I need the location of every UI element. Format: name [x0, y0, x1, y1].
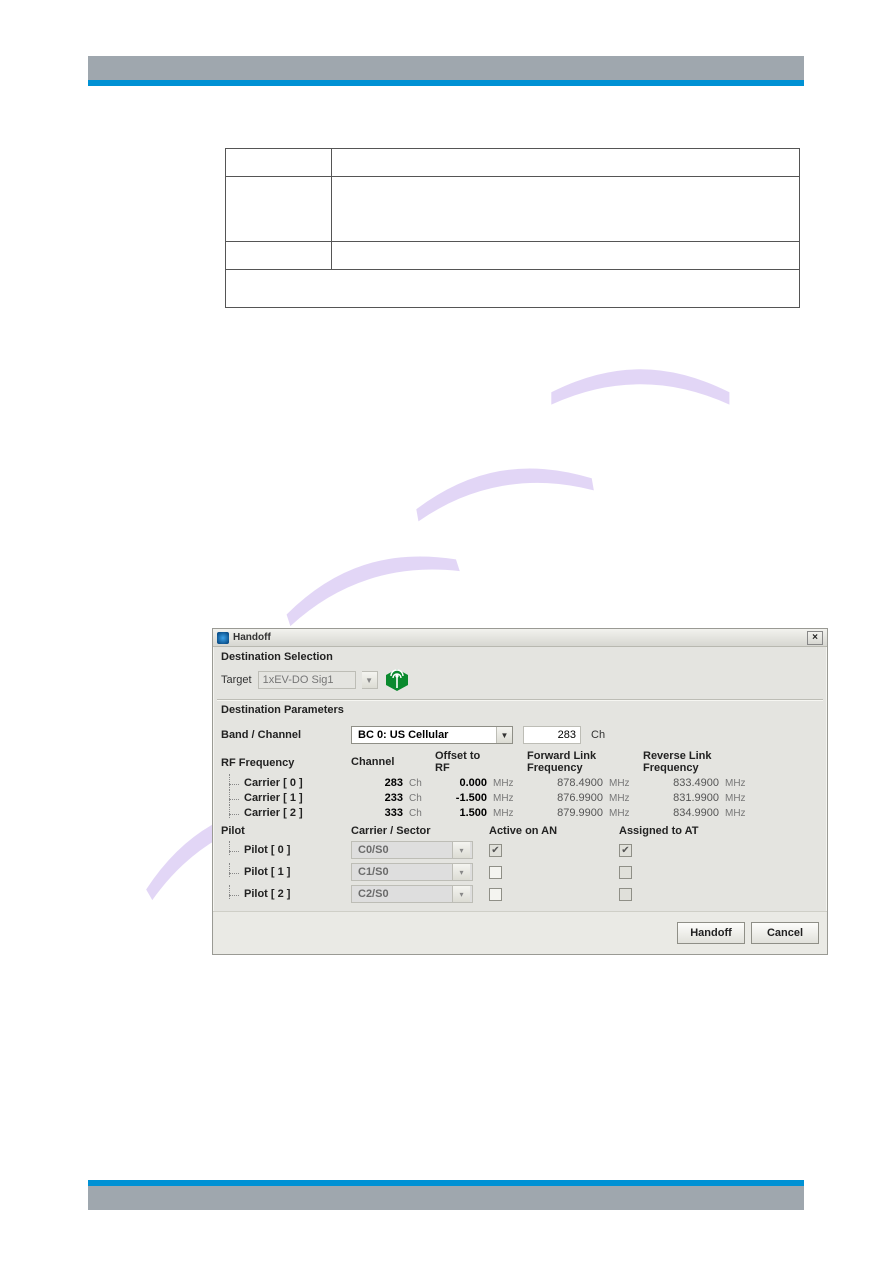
- target-label: Target: [221, 674, 252, 686]
- dialog-title: Handoff: [233, 632, 271, 643]
- unit-ch: Ch: [407, 808, 435, 819]
- rf-frequency-label: RF Frequency: [221, 754, 351, 771]
- band-channel-label: Band / Channel: [221, 729, 341, 741]
- page-footer-bar: [88, 1186, 804, 1210]
- section-destination-selection: Destination Selection: [213, 647, 827, 665]
- unit-mhz: MHz: [491, 808, 527, 819]
- pilot-0-label: Pilot [ 0 ]: [221, 844, 351, 856]
- handoff-button[interactable]: Handoff: [677, 922, 745, 944]
- pilot-1-carrier-sector-select[interactable]: C1/S0 ▾: [351, 863, 473, 881]
- col-offset: Offset to RF: [435, 750, 491, 774]
- pilot-2-label: Pilot [ 2 ]: [221, 888, 351, 900]
- carrier-1-offset: -1.500: [435, 792, 491, 804]
- pilot-1-assigned-checkbox[interactable]: [619, 866, 632, 879]
- col-assigned-to-at: Assigned to AT: [619, 825, 749, 837]
- main-channel-input[interactable]: [523, 726, 581, 744]
- info-table: [225, 148, 800, 308]
- unit-mhz: MHz: [607, 778, 643, 789]
- chevron-down-icon[interactable]: ▾: [452, 864, 470, 880]
- page-header-bar: [88, 56, 804, 80]
- antenna-icon: [384, 667, 410, 693]
- unit-mhz: MHz: [491, 793, 527, 804]
- carrier-2-rev: 834.9900: [643, 807, 723, 819]
- carrier-1-rev: 831.9900: [643, 792, 723, 804]
- app-icon: [217, 632, 229, 644]
- handoff-dialog: Handoff × Destination Selection Target 1…: [212, 628, 828, 955]
- carrier-2-offset: 1.500: [435, 807, 491, 819]
- main-channel-unit: Ch: [591, 729, 605, 741]
- section-destination-parameters: Destination Parameters: [213, 700, 827, 718]
- pilot-0-carrier-sector-select[interactable]: C0/S0 ▾: [351, 841, 473, 859]
- pilot-1-label: Pilot [ 1 ]: [221, 866, 351, 878]
- unit-ch: Ch: [407, 793, 435, 804]
- carrier-1-channel[interactable]: 233: [351, 792, 407, 804]
- pilot-2-carrier-sector-select[interactable]: C2/S0 ▾: [351, 885, 473, 903]
- col-fwd: Forward Link Frequency: [527, 750, 607, 774]
- carrier-0-fwd: 878.4900: [527, 777, 607, 789]
- chevron-down-icon[interactable]: ▾: [452, 886, 470, 902]
- unit-mhz: MHz: [607, 793, 643, 804]
- pilot-2-assigned-checkbox[interactable]: [619, 888, 632, 901]
- unit-mhz: MHz: [723, 808, 759, 819]
- unit-mhz: MHz: [607, 808, 643, 819]
- carrier-0-rev: 833.4900: [643, 777, 723, 789]
- carrier-0-label: Carrier [ 0 ]: [221, 777, 351, 789]
- title-bar[interactable]: Handoff ×: [213, 629, 827, 647]
- carrier-0-offset: 0.000: [435, 777, 491, 789]
- unit-mhz: MHz: [491, 778, 527, 789]
- target-select[interactable]: 1xEV-DO Sig1: [258, 671, 356, 689]
- col-carrier-sector: Carrier / Sector: [351, 825, 489, 837]
- page-header-accent: [88, 80, 804, 86]
- close-button[interactable]: ×: [807, 631, 823, 645]
- unit-mhz: MHz: [723, 793, 759, 804]
- pilot-1-active-checkbox[interactable]: [489, 866, 502, 879]
- cancel-button[interactable]: Cancel: [751, 922, 819, 944]
- band-select-value: BC 0: US Cellular: [352, 729, 496, 741]
- chevron-down-icon[interactable]: ▼: [496, 727, 512, 743]
- pilot-0-assigned-checkbox[interactable]: [619, 844, 632, 857]
- chevron-down-icon[interactable]: ▼: [362, 671, 378, 689]
- pilot-label: Pilot: [221, 825, 351, 837]
- carrier-1-label: Carrier [ 1 ]: [221, 792, 351, 804]
- col-rev: Reverse Link Frequency: [643, 750, 723, 774]
- band-select[interactable]: BC 0: US Cellular ▼: [351, 726, 513, 744]
- col-active-on-an: Active on AN: [489, 825, 619, 837]
- pilot-0-active-checkbox[interactable]: [489, 844, 502, 857]
- carrier-1-fwd: 876.9900: [527, 792, 607, 804]
- chevron-down-icon[interactable]: ▾: [452, 842, 470, 858]
- unit-ch: Ch: [407, 778, 435, 789]
- pilot-2-active-checkbox[interactable]: [489, 888, 502, 901]
- unit-mhz: MHz: [723, 778, 759, 789]
- carrier-2-channel[interactable]: 333: [351, 807, 407, 819]
- carrier-2-label: Carrier [ 2 ]: [221, 807, 351, 819]
- carrier-2-fwd: 879.9900: [527, 807, 607, 819]
- col-channel: Channel: [351, 756, 407, 768]
- carrier-0-channel[interactable]: 283: [351, 777, 407, 789]
